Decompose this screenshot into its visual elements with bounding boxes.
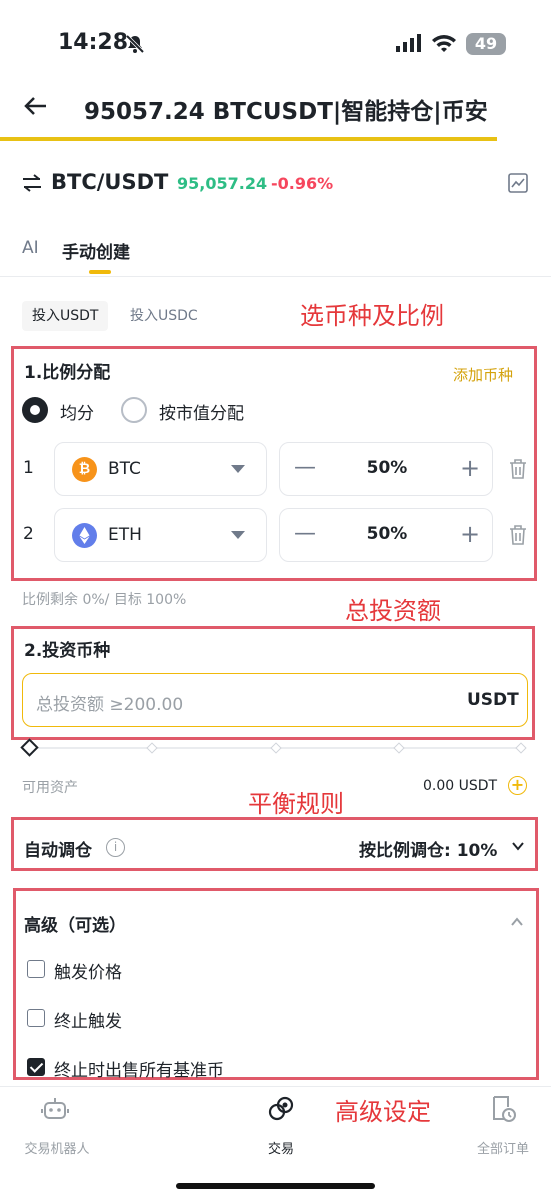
annotation-rebalance: 平衡规则 [248, 790, 344, 818]
total-amount-input[interactable]: 总投资额 ≥200.00 USDT [22, 673, 528, 727]
amount-unit: USDT [467, 690, 519, 710]
percent-stepper-btc: — 50% + [279, 442, 493, 496]
chevron-up-icon[interactable] [509, 914, 525, 930]
btc-icon: ₿ [72, 457, 97, 482]
trash-icon[interactable] [508, 524, 528, 546]
annotation-advanced: 高级设定 [335, 1098, 431, 1126]
annotation-select-coin: 选币种及比例 [300, 302, 444, 330]
trade-icon[interactable] [266, 1094, 296, 1124]
annotation-total-amount: 总投资额 [345, 597, 441, 625]
coin-select-btc[interactable]: ₿ BTC [54, 442, 267, 496]
amount-placeholder: 总投资额 ≥200.00 [36, 695, 184, 715]
pair-change: -0.96% [271, 174, 334, 193]
swap-icon[interactable] [20, 173, 44, 193]
trigger-price-label: 触发价格 [54, 963, 122, 983]
divider [0, 276, 551, 277]
pair-name[interactable]: BTC/USDT [51, 170, 168, 194]
info-icon[interactable]: i [106, 838, 125, 857]
status-time: 14:28 [58, 30, 129, 55]
nav-trading-bots[interactable]: 交易机器人 [15, 1138, 99, 1157]
tab-manual-create[interactable]: 手动创建 [62, 238, 130, 263]
radio-equal-split[interactable] [22, 397, 48, 423]
wifi-icon [432, 35, 456, 52]
nav-divider [0, 1086, 551, 1087]
battery-indicator: 49 [466, 33, 506, 55]
sell-base-on-stop-label: 终止时出售所有基准币 [54, 1061, 224, 1081]
trash-icon[interactable] [508, 458, 528, 480]
tab-ai[interactable]: AI [22, 238, 39, 258]
plus-icon[interactable]: + [460, 454, 480, 482]
coin-select-eth[interactable]: ETH [54, 508, 267, 562]
checkbox-trigger-price[interactable] [27, 960, 45, 978]
chevron-down-icon[interactable] [510, 838, 526, 854]
rebalance-rule-select[interactable]: 按比例调仓: 10% [359, 836, 497, 861]
auto-rebalance-label: 自动调仓 [24, 841, 92, 861]
pair-price: 95,057.24 [177, 174, 268, 193]
stop-trigger-label: 终止触发 [54, 1012, 122, 1032]
coin-name: ETH [108, 525, 142, 545]
row-index: 1 [23, 458, 34, 478]
available-label: 可用资产 [22, 780, 78, 796]
ratio-remaining-note: 比例剩余 0%/ 目标 100% [22, 592, 187, 608]
slider-step[interactable] [515, 742, 527, 754]
plus-icon[interactable]: + [460, 520, 480, 548]
active-tab-indicator [89, 270, 111, 274]
robot-icon[interactable] [40, 1094, 70, 1124]
title-underline [0, 137, 497, 141]
bell-muted-icon [125, 34, 145, 54]
slider-step[interactable] [270, 742, 282, 754]
slider-handle[interactable] [20, 738, 39, 757]
eth-icon [72, 523, 97, 548]
radio-market-cap[interactable] [121, 397, 147, 423]
slider-step[interactable] [393, 742, 405, 754]
tab-invest-usdt[interactable]: 投入USDT [22, 301, 109, 331]
checkbox-sell-base-on-stop[interactable] [27, 1058, 45, 1076]
caret-down-icon [231, 465, 245, 473]
caret-down-icon [231, 531, 245, 539]
available-value: 0.00 USDT [423, 778, 498, 794]
radio-equal-split-label: 均分 [60, 404, 94, 424]
coin-name: BTC [108, 459, 141, 479]
signal-icon [396, 34, 421, 52]
add-coin-link[interactable]: 添加币种 [453, 364, 513, 385]
add-funds-icon[interactable]: + [508, 776, 527, 795]
allocation-title: 1.比例分配 [24, 363, 111, 383]
row-index: 2 [23, 524, 34, 544]
page-title: 95057.24 BTCUSDT|智能持仓|币安 [84, 99, 488, 125]
advanced-title: 高级（可选） [24, 916, 126, 936]
orders-icon[interactable] [488, 1094, 518, 1124]
chart-icon[interactable] [507, 172, 529, 194]
tab-invest-usdc[interactable]: 投入USDC [130, 301, 198, 331]
slider-step[interactable] [146, 742, 158, 754]
home-indicator [176, 1183, 375, 1189]
investment-title: 2.投资币种 [24, 641, 111, 661]
percent-stepper-eth: — 50% + [279, 508, 493, 562]
radio-market-cap-label: 按市值分配 [159, 404, 244, 424]
back-arrow-icon[interactable] [22, 92, 50, 120]
nav-trade[interactable]: 交易 [251, 1138, 311, 1157]
nav-all-orders[interactable]: 全部订单 [466, 1138, 540, 1157]
checkbox-stop-trigger[interactable] [27, 1009, 45, 1027]
